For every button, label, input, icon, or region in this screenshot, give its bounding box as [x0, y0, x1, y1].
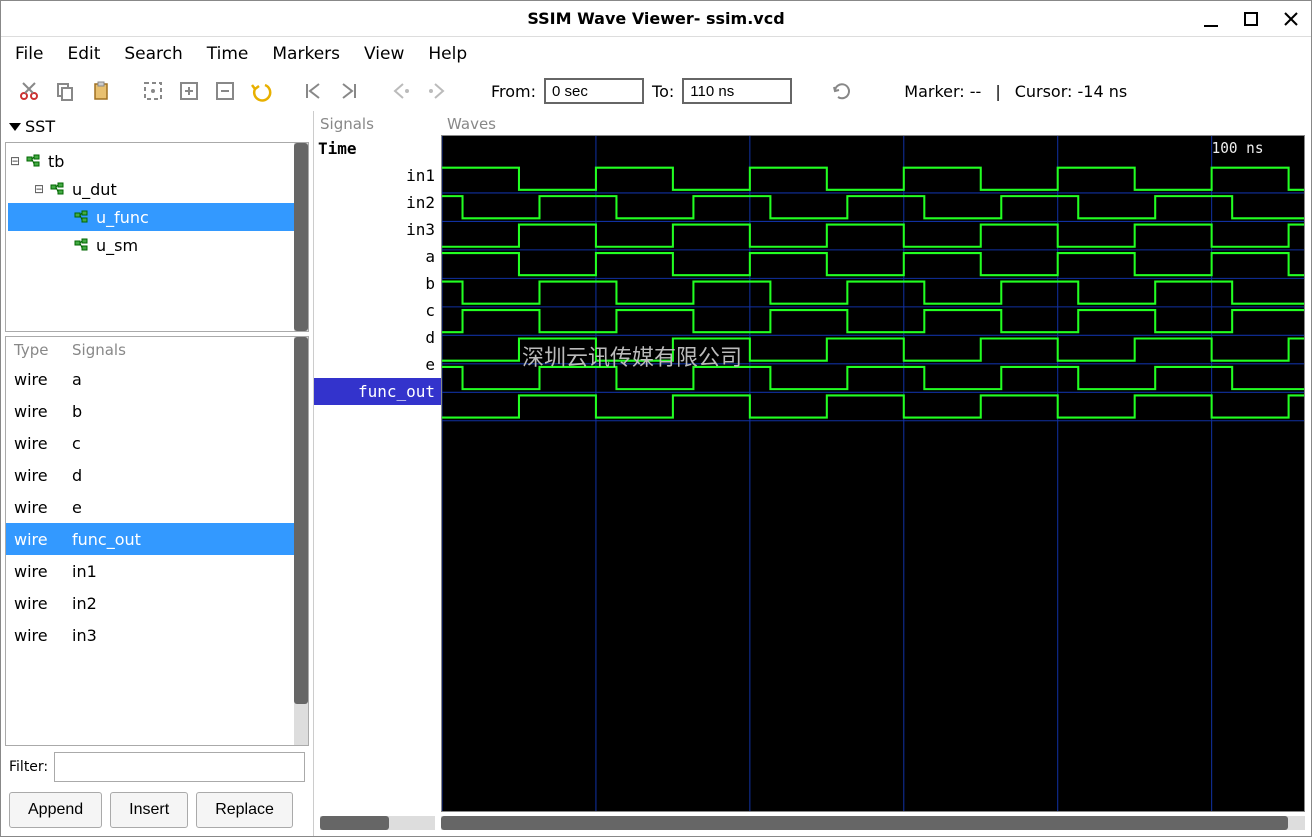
signal-row-c[interactable]: wirec: [6, 427, 308, 459]
status-separator: |: [995, 82, 1000, 101]
wave-signal-label-in3[interactable]: in3: [314, 216, 441, 243]
filter-label: Filter:: [9, 759, 48, 775]
tree-node-u_sm[interactable]: u_sm: [8, 231, 306, 259]
maximize-button[interactable]: [1239, 7, 1263, 31]
signal-row-e[interactable]: wiree: [6, 491, 308, 523]
signal-row-d[interactable]: wired: [6, 459, 308, 491]
menu-help[interactable]: Help: [428, 44, 467, 64]
hierarchy-tree[interactable]: ⊟tb⊟u_dut u_func u_sm: [5, 142, 309, 332]
close-button[interactable]: [1279, 7, 1303, 31]
signals-hdr-name: Signals: [72, 341, 126, 359]
menu-search[interactable]: Search: [124, 44, 182, 64]
replace-button[interactable]: Replace: [196, 792, 293, 828]
tree-scrollbar[interactable]: [294, 143, 308, 331]
paste-icon[interactable]: [87, 77, 115, 105]
from-label: From:: [491, 82, 536, 101]
title-bar: SSIM Wave Viewer- ssim.vcd: [1, 1, 1311, 37]
insert-button[interactable]: Insert: [110, 792, 188, 828]
signals-hscrollbar[interactable]: [320, 816, 435, 830]
wave-canvas[interactable]: 100 ns 深圳云讯传媒有限公司: [441, 135, 1305, 812]
wave-signal-label-func_out[interactable]: func_out: [314, 378, 441, 405]
signals-hdr-type: Type: [14, 341, 72, 359]
go-end-icon[interactable]: [335, 77, 363, 105]
undo-icon[interactable]: [247, 77, 275, 105]
signal-row-a[interactable]: wirea: [6, 363, 308, 395]
zoom-fit-icon[interactable]: [139, 77, 167, 105]
tree-node-u_dut[interactable]: ⊟u_dut: [8, 175, 306, 203]
copy-icon[interactable]: [51, 77, 79, 105]
signal-row-in1[interactable]: wirein1: [6, 555, 308, 587]
minimize-button[interactable]: [1199, 7, 1223, 31]
signal-row-in3[interactable]: wirein3: [6, 619, 308, 651]
wave-signal-label-b[interactable]: b: [314, 270, 441, 297]
signal-row-func_out[interactable]: wirefunc_out: [6, 523, 308, 555]
module-icon: [74, 238, 92, 252]
menu-view[interactable]: View: [364, 44, 404, 64]
collapse-icon[interactable]: [9, 123, 21, 131]
time-header: Time: [314, 135, 441, 162]
wave-signal-label-e[interactable]: e: [314, 351, 441, 378]
svg-text:100 ns: 100 ns: [1212, 140, 1264, 157]
zoom-in-icon[interactable]: [175, 77, 203, 105]
append-button[interactable]: Append: [9, 792, 102, 828]
next-edge-icon[interactable]: [423, 77, 451, 105]
signals-panel-label: Signals: [314, 115, 441, 135]
module-icon: [26, 154, 44, 168]
signal-row-in2[interactable]: wirein2: [6, 587, 308, 619]
cursor-label: Cursor: -14 ns: [1015, 82, 1127, 101]
menu-markers[interactable]: Markers: [272, 44, 340, 64]
from-input[interactable]: [544, 78, 644, 104]
prev-edge-icon[interactable]: [387, 77, 415, 105]
tree-node-tb[interactable]: ⊟tb: [8, 147, 306, 175]
wave-signal-label-d[interactable]: d: [314, 324, 441, 351]
waves-panel-label: Waves: [441, 115, 1305, 135]
cut-icon[interactable]: [15, 77, 43, 105]
module-icon: [50, 182, 68, 196]
wave-signal-label-in2[interactable]: in2: [314, 189, 441, 216]
signal-list[interactable]: Type Signals wireawirebwirecwiredwireewi…: [5, 336, 309, 746]
tree-node-u_func[interactable]: u_func: [8, 203, 306, 231]
wave-signal-label-a[interactable]: a: [314, 243, 441, 270]
menu-file[interactable]: File: [15, 44, 43, 64]
wave-signal-label-c[interactable]: c: [314, 297, 441, 324]
signal-row-b[interactable]: wireb: [6, 395, 308, 427]
marker-label: Marker: --: [904, 82, 981, 101]
to-input[interactable]: [682, 78, 792, 104]
window-title: SSIM Wave Viewer- ssim.vcd: [527, 9, 784, 28]
filter-input[interactable]: [54, 752, 305, 782]
to-label: To:: [652, 82, 674, 101]
menu-bar: File Edit Search Time Markers View Help: [1, 37, 1311, 71]
wave-signal-label-in1[interactable]: in1: [314, 162, 441, 189]
module-icon: [74, 210, 92, 224]
zoom-out-icon[interactable]: [211, 77, 239, 105]
wave-hscrollbar[interactable]: [441, 816, 1305, 830]
menu-edit[interactable]: Edit: [67, 44, 100, 64]
go-start-icon[interactable]: [299, 77, 327, 105]
menu-time[interactable]: Time: [207, 44, 249, 64]
reload-icon[interactable]: [828, 77, 856, 105]
sst-label: SST: [25, 117, 55, 136]
sst-header[interactable]: SST: [5, 115, 309, 138]
signals-scrollbar[interactable]: [294, 337, 308, 745]
toolbar: From: To: Marker: -- | Cursor: -14 ns: [1, 71, 1311, 111]
